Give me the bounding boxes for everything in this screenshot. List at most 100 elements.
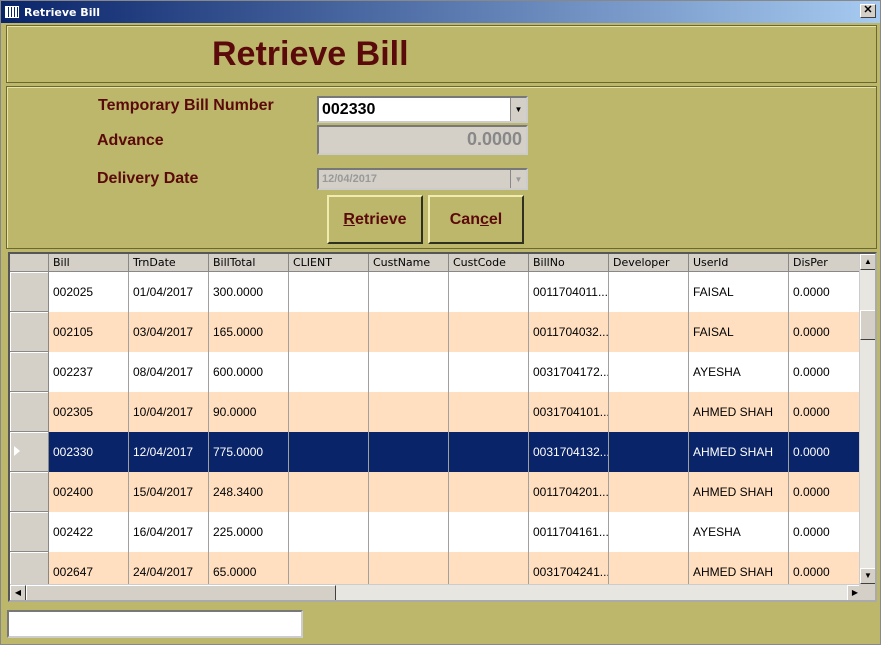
table-cell[interactable]: 248.3400 bbox=[209, 472, 289, 512]
table-cell[interactable]: 0.0000 bbox=[789, 312, 869, 352]
table-cell[interactable]: 002330 bbox=[49, 432, 129, 472]
column-header[interactable]: Bill bbox=[49, 254, 129, 272]
table-cell[interactable] bbox=[289, 432, 369, 472]
table-cell[interactable] bbox=[449, 272, 529, 312]
scroll-left-icon[interactable]: ◀ bbox=[10, 585, 26, 600]
vertical-scrollbar[interactable]: ▲ ▼ bbox=[859, 254, 875, 584]
table-cell[interactable]: 0011704032... bbox=[529, 312, 609, 352]
table-cell[interactable] bbox=[289, 272, 369, 312]
row-selector[interactable] bbox=[10, 432, 49, 472]
row-selector[interactable] bbox=[10, 352, 49, 392]
table-cell[interactable]: 0.0000 bbox=[789, 352, 869, 392]
column-header[interactable]: BillNo bbox=[529, 254, 609, 272]
row-selector[interactable] bbox=[10, 392, 49, 432]
table-cell[interactable] bbox=[289, 352, 369, 392]
table-cell[interactable]: 002305 bbox=[49, 392, 129, 432]
table-cell[interactable] bbox=[449, 472, 529, 512]
table-cell[interactable]: 0011704201... bbox=[529, 472, 609, 512]
table-cell[interactable]: 0031704172... bbox=[529, 352, 609, 392]
table-cell[interactable] bbox=[289, 472, 369, 512]
table-cell[interactable] bbox=[449, 392, 529, 432]
row-selector[interactable] bbox=[10, 272, 49, 312]
table-cell[interactable] bbox=[609, 352, 689, 392]
table-cell[interactable] bbox=[289, 392, 369, 432]
column-header[interactable]: DisPer bbox=[789, 254, 869, 272]
retrieve-button[interactable]: Retrieve bbox=[327, 195, 423, 244]
table-row[interactable]: 002105 03/04/2017 165.0000 0011704032... FAI… bbox=[10, 312, 869, 352]
chevron-down-icon[interactable]: ▼ bbox=[510, 98, 526, 121]
table-row[interactable]: 002330 12/04/2017 775.0000 0031704132... AHM… bbox=[10, 432, 869, 472]
table-cell[interactable]: AHMED SHAH bbox=[689, 472, 789, 512]
table-cell[interactable]: 0031704101... bbox=[529, 392, 609, 432]
table-cell[interactable]: 0.0000 bbox=[789, 432, 869, 472]
column-header[interactable]: Developer bbox=[609, 254, 689, 272]
status-field[interactable] bbox=[7, 610, 303, 638]
table-cell[interactable]: AYESHA bbox=[689, 352, 789, 392]
chevron-down-icon[interactable]: ▼ bbox=[510, 170, 526, 188]
table-cell[interactable]: 0011704011... bbox=[529, 272, 609, 312]
table-cell[interactable] bbox=[449, 432, 529, 472]
table-cell[interactable] bbox=[449, 352, 529, 392]
table-cell[interactable]: 0.0000 bbox=[789, 392, 869, 432]
table-cell[interactable]: 0.0000 bbox=[789, 512, 869, 552]
row-selector[interactable] bbox=[10, 512, 49, 552]
table-cell[interactable]: 165.0000 bbox=[209, 312, 289, 352]
column-header[interactable]: CLIENT bbox=[289, 254, 369, 272]
table-row[interactable]: 002422 16/04/2017 225.0000 0011704161... AYE… bbox=[10, 512, 869, 552]
row-selector[interactable] bbox=[10, 472, 49, 512]
vertical-scroll-thumb[interactable] bbox=[860, 310, 875, 340]
scroll-up-icon[interactable]: ▲ bbox=[860, 254, 875, 270]
table-cell[interactable]: FAISAL bbox=[689, 312, 789, 352]
table-cell[interactable] bbox=[369, 512, 449, 552]
row-selector[interactable] bbox=[10, 312, 49, 352]
table-cell[interactable] bbox=[289, 312, 369, 352]
table-cell[interactable]: 600.0000 bbox=[209, 352, 289, 392]
table-cell[interactable]: 03/04/2017 bbox=[129, 312, 209, 352]
close-button[interactable]: ✕ bbox=[860, 4, 876, 18]
table-cell[interactable]: 002237 bbox=[49, 352, 129, 392]
table-cell[interactable]: 002025 bbox=[49, 272, 129, 312]
column-header[interactable]: CustCode bbox=[449, 254, 529, 272]
table-cell[interactable] bbox=[369, 472, 449, 512]
column-header[interactable]: UserId bbox=[689, 254, 789, 272]
table-cell[interactable] bbox=[609, 472, 689, 512]
column-header[interactable]: CustName bbox=[369, 254, 449, 272]
table-cell[interactable]: 15/04/2017 bbox=[129, 472, 209, 512]
table-cell[interactable]: FAISAL bbox=[689, 272, 789, 312]
table-cell[interactable]: 300.0000 bbox=[209, 272, 289, 312]
delivery-date-picker[interactable]: 12/04/2017 ▼ bbox=[317, 168, 528, 190]
table-cell[interactable]: 12/04/2017 bbox=[129, 432, 209, 472]
table-cell[interactable] bbox=[369, 432, 449, 472]
table-cell[interactable]: 10/04/2017 bbox=[129, 392, 209, 432]
scroll-down-icon[interactable]: ▼ bbox=[860, 568, 875, 584]
bill-number-combo[interactable]: 002330 ▼ bbox=[317, 96, 528, 123]
table-cell[interactable] bbox=[609, 272, 689, 312]
table-cell[interactable]: 0.0000 bbox=[789, 272, 869, 312]
table-cell[interactable]: AYESHA bbox=[689, 512, 789, 552]
table-cell[interactable]: 0011704161... bbox=[529, 512, 609, 552]
table-cell[interactable] bbox=[369, 392, 449, 432]
table-cell[interactable] bbox=[369, 352, 449, 392]
column-header[interactable]: TrnDate bbox=[129, 254, 209, 272]
table-cell[interactable]: 0031704132... bbox=[529, 432, 609, 472]
table-cell[interactable] bbox=[369, 312, 449, 352]
table-cell[interactable]: 002422 bbox=[49, 512, 129, 552]
table-cell[interactable]: 225.0000 bbox=[209, 512, 289, 552]
table-cell[interactable]: 002105 bbox=[49, 312, 129, 352]
table-cell[interactable] bbox=[369, 272, 449, 312]
column-header[interactable]: BillTotal bbox=[209, 254, 289, 272]
table-row[interactable]: 002400 15/04/2017 248.3400 0011704201... AHM… bbox=[10, 472, 869, 512]
table-row[interactable]: 002025 01/04/2017 300.0000 0011704011... FAI… bbox=[10, 272, 869, 312]
table-cell[interactable] bbox=[609, 432, 689, 472]
horizontal-scroll-thumb[interactable] bbox=[26, 585, 336, 600]
table-cell[interactable] bbox=[289, 512, 369, 552]
bills-grid[interactable]: Bill TrnDate BillTotal CLIENT CustName CustCo… bbox=[8, 252, 877, 602]
table-cell[interactable] bbox=[609, 512, 689, 552]
table-cell[interactable]: 0.0000 bbox=[789, 472, 869, 512]
table-cell[interactable]: 08/04/2017 bbox=[129, 352, 209, 392]
table-cell[interactable] bbox=[609, 392, 689, 432]
table-cell[interactable] bbox=[609, 312, 689, 352]
table-row[interactable]: 002237 08/04/2017 600.0000 0031704172... AYE… bbox=[10, 352, 869, 392]
table-cell[interactable]: 16/04/2017 bbox=[129, 512, 209, 552]
horizontal-scrollbar[interactable]: ◀ ▶ bbox=[10, 584, 863, 600]
